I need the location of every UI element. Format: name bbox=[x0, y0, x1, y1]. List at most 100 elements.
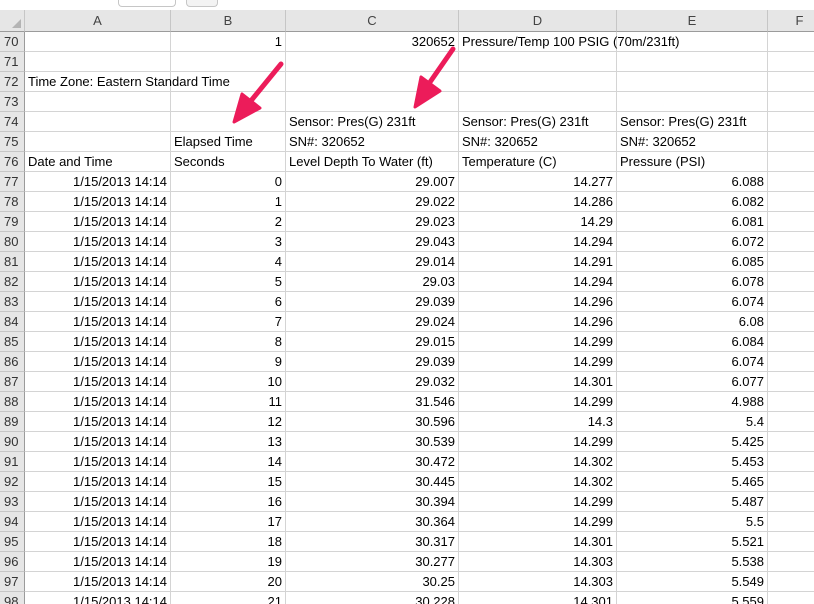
cell-b[interactable]: 11 bbox=[171, 392, 286, 412]
cell-f[interactable] bbox=[768, 312, 814, 332]
row-header[interactable]: 84 bbox=[0, 312, 25, 332]
cell-b[interactable]: 6 bbox=[171, 292, 286, 312]
cell-f[interactable] bbox=[768, 72, 814, 92]
cell-c[interactable]: 30.228 bbox=[286, 592, 459, 604]
cell-a[interactable]: 1/15/2013 14:14 bbox=[25, 592, 171, 604]
cell-e[interactable]: Sensor: Pres(G) 231ft bbox=[617, 112, 768, 132]
cell-f[interactable] bbox=[768, 172, 814, 192]
row-header[interactable]: 80 bbox=[0, 232, 25, 252]
cell-e[interactable]: 5.465 bbox=[617, 472, 768, 492]
column-header-d[interactable]: D bbox=[459, 10, 617, 32]
row-header[interactable]: 95 bbox=[0, 532, 25, 552]
cell-f[interactable] bbox=[768, 112, 814, 132]
cell-c[interactable]: Sensor: Pres(G) 231ft bbox=[286, 112, 459, 132]
cell-d[interactable]: 14.294 bbox=[459, 272, 617, 292]
cell-b[interactable]: 14 bbox=[171, 452, 286, 472]
cell-c[interactable]: 29.014 bbox=[286, 252, 459, 272]
cell-b[interactable]: 19 bbox=[171, 552, 286, 572]
cell-b[interactable] bbox=[171, 72, 286, 92]
cell-e[interactable]: 5.487 bbox=[617, 492, 768, 512]
cell-f[interactable] bbox=[768, 232, 814, 252]
cell-b[interactable]: 21 bbox=[171, 592, 286, 604]
cell-c[interactable]: 29.015 bbox=[286, 332, 459, 352]
cell-d[interactable] bbox=[459, 92, 617, 112]
cell-f[interactable] bbox=[768, 192, 814, 212]
cell-e[interactable]: 4.988 bbox=[617, 392, 768, 412]
cell-e[interactable]: 5.4 bbox=[617, 412, 768, 432]
row-header[interactable]: 87 bbox=[0, 372, 25, 392]
cell-d[interactable]: 14.303 bbox=[459, 572, 617, 592]
cell-b[interactable]: 7 bbox=[171, 312, 286, 332]
column-header-f[interactable]: F bbox=[768, 10, 814, 32]
cell-b[interactable]: 1 bbox=[171, 192, 286, 212]
cell-f[interactable] bbox=[768, 452, 814, 472]
cell-b[interactable]: 15 bbox=[171, 472, 286, 492]
cell-c[interactable] bbox=[286, 92, 459, 112]
row-header[interactable]: 98 bbox=[0, 592, 25, 604]
cell-f[interactable] bbox=[768, 572, 814, 592]
cell-e[interactable]: 5.5 bbox=[617, 512, 768, 532]
cell-c[interactable] bbox=[286, 52, 459, 72]
cell-e[interactable]: 6.084 bbox=[617, 332, 768, 352]
cell-f[interactable] bbox=[768, 52, 814, 72]
cell-a[interactable]: 1/15/2013 14:14 bbox=[25, 272, 171, 292]
cell-d[interactable]: 14.299 bbox=[459, 392, 617, 412]
cell-f[interactable] bbox=[768, 472, 814, 492]
cell-e[interactable]: 6.078 bbox=[617, 272, 768, 292]
cell-d[interactable]: Pressure/Temp 100 PSIG (70m/231ft) bbox=[459, 32, 679, 52]
cell-f[interactable] bbox=[768, 352, 814, 372]
cell-e[interactable]: 5.521 bbox=[617, 532, 768, 552]
row-header[interactable]: 70 bbox=[0, 32, 25, 52]
cell-d[interactable]: Sensor: Pres(G) 231ft bbox=[459, 112, 617, 132]
cell-b[interactable]: 16 bbox=[171, 492, 286, 512]
row-header[interactable]: 76 bbox=[0, 152, 25, 172]
cell-e[interactable]: 5.559 bbox=[617, 592, 768, 604]
cell-e[interactable]: SN#: 320652 bbox=[617, 132, 768, 152]
cell-f[interactable] bbox=[768, 592, 814, 604]
spreadsheet-grid[interactable]: A B C D E F 70 1 320652 Pressure/Temp 100 P… bbox=[0, 0, 814, 604]
cell-c[interactable]: 29.024 bbox=[286, 312, 459, 332]
row-header[interactable]: 92 bbox=[0, 472, 25, 492]
row-header[interactable]: 96 bbox=[0, 552, 25, 572]
cell-f[interactable] bbox=[768, 432, 814, 452]
cell-a[interactable]: 1/15/2013 14:14 bbox=[25, 332, 171, 352]
cell-d[interactable]: 14.299 bbox=[459, 512, 617, 532]
cell-b[interactable]: 10 bbox=[171, 372, 286, 392]
cell-b[interactable]: 3 bbox=[171, 232, 286, 252]
cell-f[interactable] bbox=[768, 492, 814, 512]
cell-a[interactable]: 1/15/2013 14:14 bbox=[25, 292, 171, 312]
cell-f[interactable] bbox=[768, 412, 814, 432]
cell-a[interactable]: 1/15/2013 14:14 bbox=[25, 492, 171, 512]
cell-f[interactable] bbox=[768, 32, 814, 52]
row-header[interactable]: 86 bbox=[0, 352, 25, 372]
cell-d[interactable]: 14.29 bbox=[459, 212, 617, 232]
cell-b[interactable]: 0 bbox=[171, 172, 286, 192]
cell-e[interactable] bbox=[617, 92, 768, 112]
cell-c[interactable]: 29.007 bbox=[286, 172, 459, 192]
cell-b[interactable]: 17 bbox=[171, 512, 286, 532]
cell-b[interactable]: Seconds bbox=[171, 152, 286, 172]
column-header-c[interactable]: C bbox=[286, 10, 459, 32]
cell-f[interactable] bbox=[768, 552, 814, 572]
row-header[interactable]: 97 bbox=[0, 572, 25, 592]
cell-b[interactable]: 18 bbox=[171, 532, 286, 552]
cell-f[interactable] bbox=[768, 292, 814, 312]
row-header[interactable]: 81 bbox=[0, 252, 25, 272]
cell-c[interactable]: 30.25 bbox=[286, 572, 459, 592]
cell-d[interactable]: 14.299 bbox=[459, 432, 617, 452]
cell-c[interactable]: 29.039 bbox=[286, 292, 459, 312]
row-header[interactable]: 88 bbox=[0, 392, 25, 412]
cell-b[interactable]: 13 bbox=[171, 432, 286, 452]
row-header[interactable]: 73 bbox=[0, 92, 25, 112]
cell-f[interactable] bbox=[768, 532, 814, 552]
cell-c[interactable]: 30.445 bbox=[286, 472, 459, 492]
cell-f[interactable] bbox=[768, 92, 814, 112]
row-header[interactable]: 94 bbox=[0, 512, 25, 532]
cell-b[interactable]: 9 bbox=[171, 352, 286, 372]
cell-e[interactable] bbox=[617, 52, 768, 72]
cell-c[interactable]: 29.03 bbox=[286, 272, 459, 292]
cell-e[interactable]: 6.074 bbox=[617, 352, 768, 372]
row-header[interactable]: 91 bbox=[0, 452, 25, 472]
cell-c[interactable]: 320652 bbox=[286, 32, 459, 52]
cell-e[interactable]: 5.425 bbox=[617, 432, 768, 452]
